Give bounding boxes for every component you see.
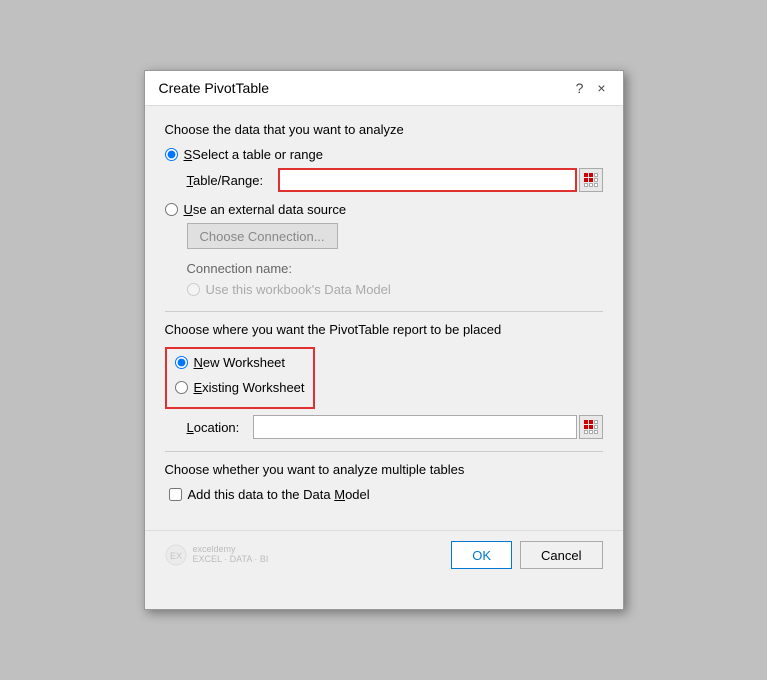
dialog-title: Create PivotTable [159,80,270,96]
title-bar-buttons: ? × [571,79,611,97]
data-model-radio-row: Use this workbook's Data Model [187,282,603,297]
select-table-radio[interactable] [165,148,178,161]
location-row: Location: [187,415,603,439]
table-range-picker-button[interactable] [579,168,603,192]
section1-title: Choose the data that you want to analyze [165,122,603,137]
location-input[interactable] [253,415,577,439]
watermark-logo: EX [165,544,187,566]
create-pivot-table-dialog: Create PivotTable ? × Choose the data th… [144,70,624,610]
new-worksheet-label[interactable]: New Worksheet [194,355,286,370]
existing-worksheet-radio-row: Existing Worksheet [175,380,305,395]
worksheet-outline-box: New Worksheet Existing Worksheet [165,347,315,409]
location-label: Location: [187,420,247,435]
new-worksheet-radio[interactable] [175,356,188,369]
location-picker-button[interactable] [579,415,603,439]
data-model-checkbox-row: Add this data to the Data Model [169,487,603,502]
table-range-input-group: 'Custom Name'!$B$4:$E$11 [278,168,603,192]
title-bar: Create PivotTable ? × [145,71,623,106]
ok-button[interactable]: OK [451,541,512,569]
external-data-label[interactable]: Use an external data source [184,202,347,217]
location-input-group [253,415,603,439]
range-picker-icon [583,173,599,187]
location-picker-icon [583,420,599,434]
data-source-section: Choose the data that you want to analyze… [165,122,603,297]
analyze-section: Choose whether you want to analyze multi… [165,462,603,502]
external-data-radio-row: Use an external data source [165,202,603,217]
button-row: EX exceldemy EXCEL · DATA · BI OK Cancel [145,530,623,583]
section3-title: Choose whether you want to analyze multi… [165,462,603,477]
connection-name-label: Connection name: [187,261,603,276]
existing-worksheet-radio[interactable] [175,381,188,394]
close-button[interactable]: × [593,79,611,97]
svg-text:EX: EX [169,551,181,561]
table-range-row: Table/Range: 'Custom Name'!$B$4:$E$11 [187,168,603,192]
select-table-label[interactable]: SSelect a table or range [184,147,323,162]
watermark-line2: EXCEL · DATA · BI [193,555,269,565]
help-button[interactable]: ? [571,79,589,97]
new-worksheet-radio-row: New Worksheet [175,355,305,370]
dialog-body: Choose the data that you want to analyze… [145,106,623,530]
data-model-label: Use this workbook's Data Model [206,282,391,297]
cancel-button[interactable]: Cancel [520,541,602,569]
add-data-model-checkbox[interactable] [169,488,182,501]
choose-connection-section: Choose Connection... Connection name: Us… [187,223,603,297]
add-data-model-checkbox-label[interactable]: Add this data to the Data Model [188,487,370,502]
section2-title: Choose where you want the PivotTable rep… [165,322,603,337]
data-model-radio[interactable] [187,283,200,296]
select-table-radio-row: SSelect a table or range [165,147,603,162]
table-range-input[interactable]: 'Custom Name'!$B$4:$E$11 [278,168,577,192]
choose-connection-button[interactable]: Choose Connection... [187,223,338,249]
watermark: EX exceldemy EXCEL · DATA · BI [165,544,269,566]
placement-section: Choose where you want the PivotTable rep… [165,322,603,439]
existing-worksheet-label[interactable]: Existing Worksheet [194,380,305,395]
table-range-label: Table/Range: [187,173,272,188]
external-data-radio[interactable] [165,203,178,216]
